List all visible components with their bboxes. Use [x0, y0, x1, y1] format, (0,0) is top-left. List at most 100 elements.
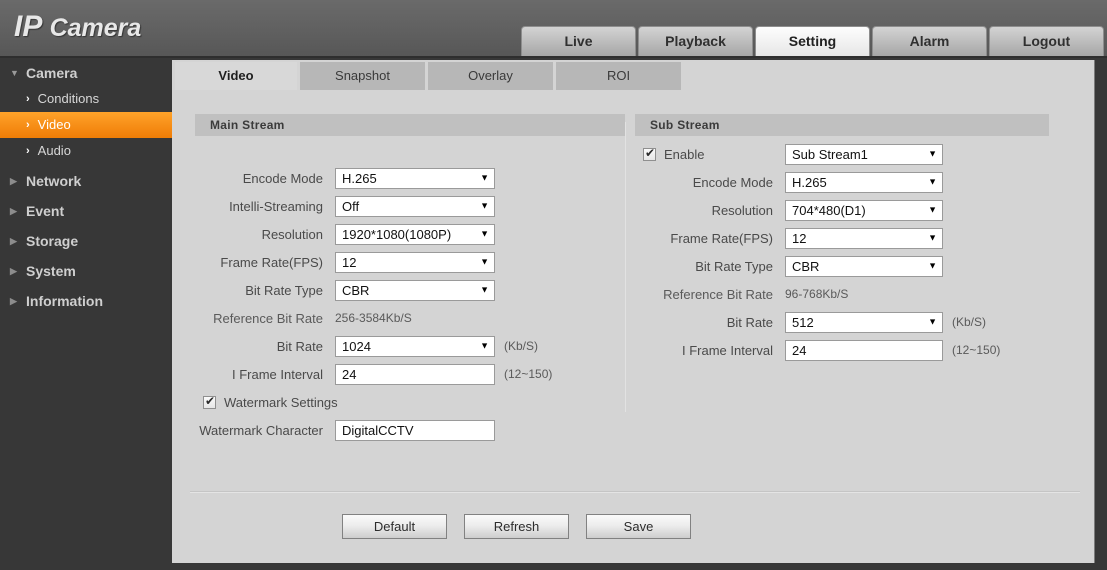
- select-encode-mode[interactable]: H.265 ▼: [335, 167, 495, 189]
- top-navigation: Live Playback Setting Alarm Logout: [521, 26, 1104, 56]
- select-bit-rate-type-value: CBR: [342, 282, 370, 298]
- chevron-down-icon: ▼: [480, 228, 489, 239]
- save-button[interactable]: Save: [586, 514, 691, 539]
- field-row-bit-rate: Bit Rate 1024 ▼ (Kb/S): [195, 332, 625, 360]
- select-bit-rate[interactable]: 1024 ▼: [335, 335, 495, 357]
- tab-video[interactable]: Video: [175, 62, 297, 90]
- sidebar-item-conditions[interactable]: › Conditions: [0, 86, 172, 112]
- input-watermark-character[interactable]: DigitalCCTV: [335, 419, 495, 441]
- select-frame-rate-value: 12: [342, 254, 357, 270]
- field-row-sub-bit-rate: Bit Rate 512 ▼ (Kb/S): [635, 308, 1049, 336]
- chevron-down-icon: ▼: [928, 176, 937, 187]
- label-sub-reference-bit-rate: Reference Bit Rate: [663, 286, 773, 302]
- sidebar-label-information: Information: [26, 293, 103, 309]
- label-sub-frame-rate: Frame Rate(FPS): [670, 230, 773, 246]
- sidebar-item-video[interactable]: › Video: [0, 112, 172, 138]
- select-bit-rate-type[interactable]: CBR ▼: [335, 279, 495, 301]
- field-row-encode-mode: Encode Mode H.265 ▼: [195, 164, 625, 192]
- select-intelli-streaming-value: Off: [342, 198, 360, 214]
- tab-roi[interactable]: ROI: [556, 62, 681, 90]
- label-encode-mode: Encode Mode: [242, 170, 323, 186]
- main-stream-fields: Encode Mode H.265 ▼ Intelli-Streaming Of…: [195, 164, 625, 444]
- label-sub-bit-rate-type: Bit Rate Type: [695, 258, 773, 274]
- suffix-bit-rate: (Kb/S): [504, 339, 539, 353]
- select-bit-rate-value: 1024: [342, 338, 371, 354]
- select-sub-frame-rate[interactable]: 12 ▼: [785, 227, 943, 249]
- select-sub-bit-rate[interactable]: 512 ▼: [785, 311, 943, 333]
- label-sub-bit-rate: Bit Rate: [726, 314, 773, 330]
- label-reference-bit-rate: Reference Bit Rate: [213, 310, 323, 326]
- sub-stream-section: Sub Stream Enable Sub Stream1 ▼ Encode M…: [635, 114, 1049, 364]
- chevron-down-icon: ▼: [480, 256, 489, 267]
- select-frame-rate[interactable]: 12 ▼: [335, 251, 495, 273]
- tab-overlay[interactable]: Overlay: [428, 62, 553, 90]
- sidebar-label-audio: Audio: [37, 143, 71, 158]
- select-encode-mode-value: H.265: [342, 170, 377, 186]
- field-row-bit-rate-type: Bit Rate Type CBR ▼: [195, 276, 625, 304]
- label-sub-encode-mode: Encode Mode: [692, 174, 773, 190]
- select-resolution-value: 1920*1080(1080P): [342, 226, 452, 242]
- input-i-frame-interval[interactable]: 24: [335, 363, 495, 385]
- nav-tab-live[interactable]: Live: [521, 26, 636, 56]
- select-sub-bit-rate-type-value: CBR: [792, 258, 820, 274]
- select-sub-resolution-value: 704*480(D1): [792, 202, 866, 218]
- triangle-right-icon: ▶: [10, 205, 17, 216]
- value-reference-bit-rate: 256-3584Kb/S: [335, 311, 412, 325]
- select-sub-stream-channel-value: Sub Stream1: [792, 146, 868, 162]
- sidebar-item-system[interactable]: ▶ System: [0, 258, 172, 284]
- triangle-right-icon: ▶: [10, 235, 17, 246]
- sidebar-item-camera[interactable]: ▼ Camera: [0, 60, 172, 86]
- nav-tab-playback[interactable]: Playback: [638, 26, 753, 56]
- chevron-down-icon: ▼: [480, 200, 489, 211]
- sidebar-item-information[interactable]: ▶ Information: [0, 288, 172, 314]
- sidebar-item-audio[interactable]: › Audio: [0, 138, 172, 164]
- label-watermark-character: Watermark Character: [199, 422, 323, 438]
- checkbox-sub-enable[interactable]: [643, 146, 656, 161]
- label-bit-rate-type: Bit Rate Type: [245, 282, 323, 298]
- sidebar-item-network[interactable]: ▶ Network: [0, 168, 172, 194]
- enable-checkbox-wrap: Enable: [635, 146, 785, 162]
- refresh-button[interactable]: Refresh: [464, 514, 569, 539]
- label-sub-resolution: Resolution: [711, 202, 773, 218]
- field-row-watermark-character: Watermark Character DigitalCCTV: [195, 416, 625, 444]
- chevron-down-icon: ▼: [928, 260, 937, 271]
- input-i-frame-interval-value: 24: [342, 366, 357, 382]
- chevron-down-icon: ▼: [928, 316, 937, 327]
- triangle-right-icon: ▶: [10, 265, 17, 276]
- tab-snapshot[interactable]: Snapshot: [300, 62, 425, 90]
- sidebar-label-camera: Camera: [26, 65, 78, 81]
- select-sub-encode-mode-value: H.265: [792, 174, 827, 190]
- video-tab-page: Main Stream Encode Mode H.265 ▼ Intelli-…: [182, 92, 1090, 560]
- input-sub-i-frame-interval-value: 24: [792, 342, 807, 358]
- column-divider: [625, 122, 626, 412]
- sidebar-label-network: Network: [26, 173, 82, 189]
- field-row-watermark-settings: Watermark Settings: [195, 388, 625, 416]
- sidebar-item-event[interactable]: ▶ Event: [0, 198, 172, 224]
- sub-stream-title: Sub Stream: [635, 114, 1049, 136]
- nav-tab-logout[interactable]: Logout: [989, 26, 1104, 56]
- action-button-row: Default Refresh Save: [342, 514, 691, 539]
- content-tabbar: Video Snapshot Overlay ROI: [172, 62, 681, 90]
- chevron-down-icon: ▼: [928, 148, 937, 159]
- sidebar-label-storage: Storage: [26, 233, 79, 249]
- field-row-sub-encode-mode: Encode Mode H.265 ▼: [635, 168, 1049, 196]
- sidebar-item-storage[interactable]: ▶ Storage: [0, 228, 172, 254]
- checkbox-watermark-settings[interactable]: [203, 394, 216, 409]
- select-intelli-streaming[interactable]: Off ▼: [335, 195, 495, 217]
- nav-tab-setting[interactable]: Setting: [755, 26, 870, 56]
- select-sub-bit-rate-type[interactable]: CBR ▼: [785, 255, 943, 277]
- input-sub-i-frame-interval[interactable]: 24: [785, 339, 943, 361]
- select-sub-resolution[interactable]: 704*480(D1) ▼: [785, 199, 943, 221]
- sidebar-label-conditions: Conditions: [37, 91, 100, 106]
- select-sub-frame-rate-value: 12: [792, 230, 807, 246]
- select-resolution[interactable]: 1920*1080(1080P) ▼: [335, 223, 495, 245]
- nav-tab-alarm[interactable]: Alarm: [872, 26, 987, 56]
- app-header: IP Camera Live Playback Setting Alarm Lo…: [0, 0, 1107, 58]
- suffix-sub-i-frame-interval: (12~150): [952, 343, 1001, 357]
- select-sub-encode-mode[interactable]: H.265 ▼: [785, 171, 943, 193]
- field-row-reference-bit-rate: Reference Bit Rate 256-3584Kb/S: [195, 304, 625, 332]
- default-button[interactable]: Default: [342, 514, 447, 539]
- section-divider: [190, 491, 1080, 493]
- chevron-down-icon: ▼: [480, 340, 489, 351]
- select-sub-stream-channel[interactable]: Sub Stream1 ▼: [785, 143, 943, 165]
